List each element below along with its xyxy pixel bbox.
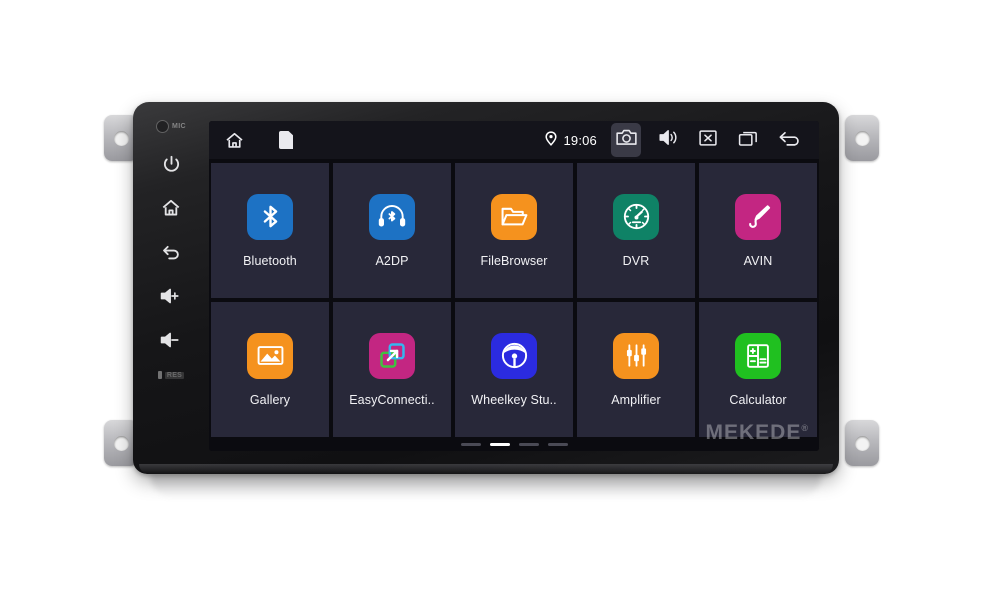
app-label: EasyConnecti.. [349, 392, 435, 407]
status-bar-right-group: 19:06 [545, 123, 805, 157]
power-icon [161, 154, 182, 175]
app-tile-filebrowser[interactable]: FileBrowser [455, 163, 573, 298]
steering-wheel-icon [491, 332, 537, 379]
recent-apps-button[interactable] [735, 126, 761, 154]
page-dot[interactable] [518, 442, 539, 446]
page-dot[interactable] [460, 442, 481, 446]
app-label: Wheelkey Stu.. [471, 392, 557, 407]
device-reflection [150, 473, 822, 499]
volume-up-icon [159, 286, 183, 306]
camera-button[interactable] [611, 123, 641, 157]
screen-mirror-icon [369, 332, 415, 379]
app-tile-gallery[interactable]: Gallery [211, 302, 329, 437]
clock-time: 19:06 [563, 132, 597, 148]
app-tile-calculator[interactable]: Calculator [699, 302, 817, 437]
sdcard-icon[interactable] [273, 126, 299, 154]
volume-button[interactable] [655, 126, 681, 154]
close-boxed-icon [698, 129, 718, 152]
power-button[interactable] [150, 145, 192, 183]
speedometer-icon [613, 193, 659, 240]
app-tile-bluetooth[interactable]: Bluetooth [211, 163, 329, 298]
mounting-bracket-bottom-right [845, 420, 879, 466]
page-dot-active[interactable] [489, 442, 510, 446]
page-indicator[interactable] [209, 437, 819, 451]
app-tile-amplifier[interactable]: Amplifier [577, 302, 695, 437]
home-icon[interactable] [221, 126, 247, 154]
bluetooth-icon [247, 193, 293, 240]
recent-apps-icon [738, 129, 759, 152]
app-tile-wheelkey-study[interactable]: Wheelkey Stu.. [455, 302, 573, 437]
reset-label: RES [164, 371, 185, 379]
back-button[interactable] [775, 126, 805, 154]
home-icon [160, 197, 182, 219]
microphone-icon [155, 120, 169, 133]
app-tile-easyconnection[interactable]: EasyConnecti.. [333, 302, 451, 437]
app-tile-dvr[interactable]: DVR [577, 163, 695, 298]
page-dot[interactable] [547, 442, 568, 446]
hardware-key-strip: MIC RES [133, 102, 209, 474]
volume-icon [658, 128, 679, 152]
calculator-icon [735, 332, 781, 379]
app-label: A2DP [375, 253, 409, 268]
app-tile-avin[interactable]: AVIN [699, 163, 817, 298]
app-label: Calculator [729, 392, 787, 407]
car-head-unit-device: MIC RES 19:06 Bluetooth A2DP FileBrowser… [133, 102, 839, 474]
reset-pinhole-icon [157, 371, 162, 379]
app-label: Amplifier [611, 392, 661, 407]
volume-down-button[interactable] [150, 321, 192, 359]
folder-icon [491, 193, 537, 240]
app-label: DVR [622, 253, 650, 268]
microphone-indicator: MIC [155, 120, 187, 133]
camera-icon [615, 128, 637, 152]
volume-up-button[interactable] [150, 277, 192, 315]
app-tile-a2dp[interactable]: A2DP [333, 163, 451, 298]
headphones-icon [369, 193, 415, 240]
location-pin-icon [545, 131, 558, 149]
clock-area: 19:06 [545, 131, 597, 149]
mounting-bracket-top-right [845, 115, 879, 161]
app-label: AVIN [743, 253, 773, 268]
audio-jack-icon [735, 193, 781, 240]
photo-icon [247, 332, 293, 379]
microphone-label: MIC [171, 123, 187, 130]
back-arrow-icon [777, 128, 803, 153]
equalizer-icon [613, 332, 659, 379]
back-button[interactable] [150, 233, 192, 271]
volume-down-icon [159, 330, 183, 350]
close-button[interactable] [695, 126, 721, 154]
lcd-screen: 19:06 Bluetooth A2DP FileBrowser DVR AVI… [209, 121, 819, 451]
app-label: Gallery [249, 392, 291, 407]
back-arrow-icon [160, 241, 182, 263]
status-bar: 19:06 [209, 121, 819, 159]
reset-button[interactable]: RES [157, 371, 185, 379]
screenshot-stage: MIC RES 19:06 Bluetooth A2DP FileBrowser… [0, 0, 1000, 600]
home-button[interactable] [150, 189, 192, 227]
status-bar-left-group [221, 126, 299, 154]
app-label: FileBrowser [480, 253, 548, 268]
app-label: Bluetooth [243, 253, 297, 268]
app-grid: Bluetooth A2DP FileBrowser DVR AVIN Gall… [209, 159, 819, 437]
